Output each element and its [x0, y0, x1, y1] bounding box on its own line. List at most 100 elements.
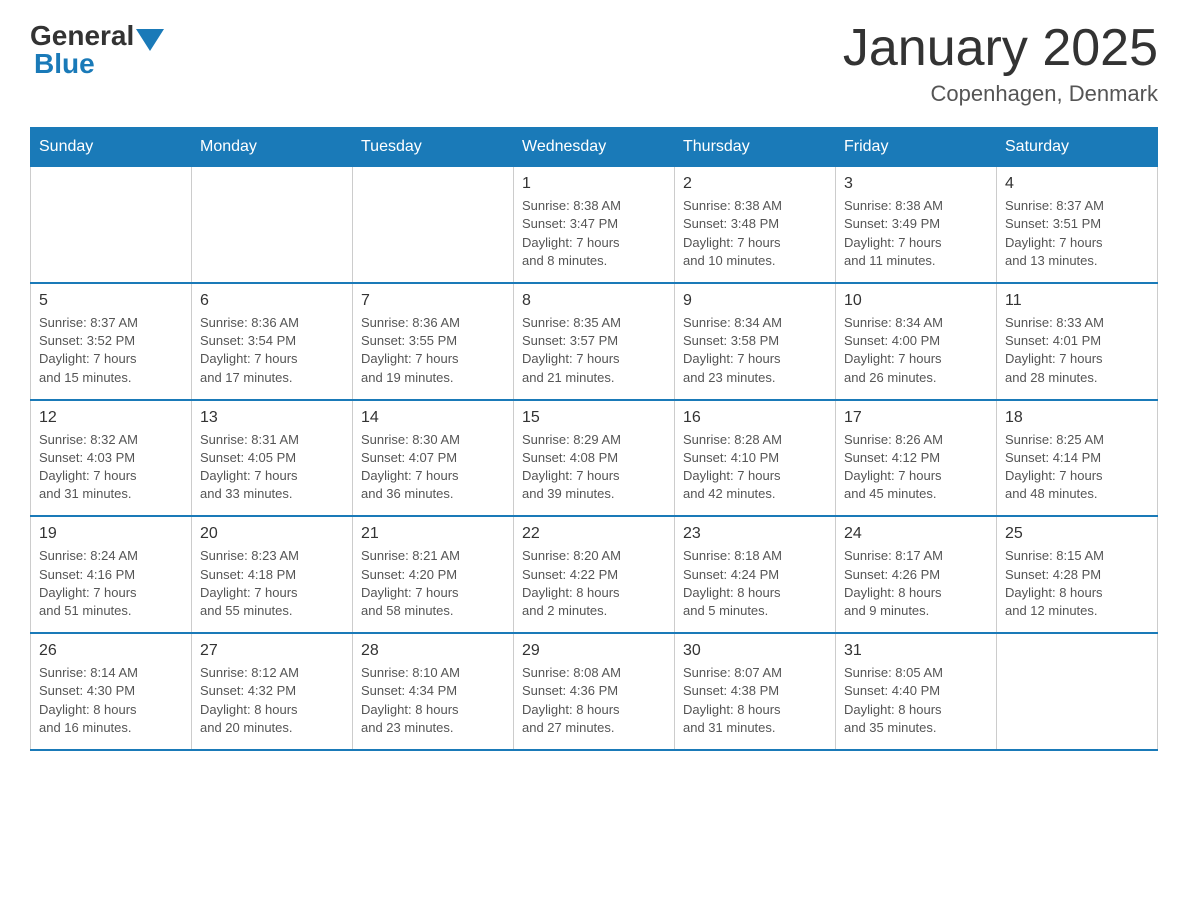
day-cell: 16 Sunrise: 8:28 AM Sunset: 4:10 PM Dayli… — [675, 400, 836, 517]
day-cell: 28Sunrise: 8:10 AM Sunset: 4:34 PM Dayli… — [353, 633, 514, 750]
day-number: 16 — [683, 409, 827, 427]
day-number: 22 — [522, 525, 666, 543]
day-cell: 12 Sunrise: 8:32 AM Sunset: 4:03 PM Dayli… — [31, 400, 192, 517]
day-cell: 2 Sunrise: 8:38 AM Sunset: 3:48 PM Daylig… — [675, 167, 836, 283]
day-info: Sunrise: 8:08 AM Sunset: 4:36 PM Dayligh… — [522, 664, 666, 737]
day-info: Sunrise: 8:31 AM Sunset: 4:05 PM Dayligh… — [200, 431, 344, 504]
day-info: Sunrise: 8:38 AM Sunset: 3:49 PM Dayligh… — [844, 197, 988, 270]
header-saturday: Saturday — [997, 128, 1158, 167]
day-info: Sunrise: 8:36 AM Sunset: 3:55 PM Dayligh… — [361, 314, 505, 387]
calendar-table: SundayMondayTuesdayWednesdayThursdayFrid… — [30, 127, 1158, 751]
day-cell: 15 Sunrise: 8:29 AM Sunset: 4:08 PM Dayli… — [514, 400, 675, 517]
title-section: January 2025 Copenhagen, Denmark — [843, 20, 1158, 107]
day-cell: 21 Sunrise: 8:21 AM Sunset: 4:20 PM Dayli… — [353, 516, 514, 633]
day-number: 15 — [522, 409, 666, 427]
day-info: Sunrise: 8:35 AM Sunset: 3:57 PM Dayligh… — [522, 314, 666, 387]
day-cell: 20 Sunrise: 8:23 AM Sunset: 4:18 PM Dayli… — [192, 516, 353, 633]
day-cell: 23Sunrise: 8:18 AM Sunset: 4:24 PM Dayli… — [675, 516, 836, 633]
day-info: Sunrise: 8:26 AM Sunset: 4:12 PM Dayligh… — [844, 431, 988, 504]
day-cell: 9 Sunrise: 8:34 AM Sunset: 3:58 PM Daylig… — [675, 283, 836, 400]
calendar-title: January 2025 — [843, 20, 1158, 77]
day-info: Sunrise: 8:23 AM Sunset: 4:18 PM Dayligh… — [200, 547, 344, 620]
day-number: 11 — [1005, 292, 1149, 310]
header-tuesday: Tuesday — [353, 128, 514, 167]
day-cell — [192, 167, 353, 283]
day-number: 17 — [844, 409, 988, 427]
day-number: 23 — [683, 525, 827, 543]
day-number: 24 — [844, 525, 988, 543]
day-cell: 27Sunrise: 8:12 AM Sunset: 4:32 PM Dayli… — [192, 633, 353, 750]
calendar-subtitle: Copenhagen, Denmark — [843, 81, 1158, 107]
day-cell: 8 Sunrise: 8:35 AM Sunset: 3:57 PM Daylig… — [514, 283, 675, 400]
calendar-header-row: SundayMondayTuesdayWednesdayThursdayFrid… — [31, 128, 1158, 167]
day-number: 2 — [683, 175, 827, 193]
day-number: 20 — [200, 525, 344, 543]
day-number: 5 — [39, 292, 183, 310]
day-number: 9 — [683, 292, 827, 310]
day-cell: 31 Sunrise: 8:05 AM Sunset: 4:40 PM Dayli… — [836, 633, 997, 750]
day-number: 26 — [39, 642, 183, 660]
day-cell: 11Sunrise: 8:33 AM Sunset: 4:01 PM Dayli… — [997, 283, 1158, 400]
day-info: Sunrise: 8:07 AM Sunset: 4:38 PM Dayligh… — [683, 664, 827, 737]
day-number: 30 — [683, 642, 827, 660]
day-info: Sunrise: 8:05 AM Sunset: 4:40 PM Dayligh… — [844, 664, 988, 737]
day-cell: 29 Sunrise: 8:08 AM Sunset: 4:36 PM Dayli… — [514, 633, 675, 750]
day-cell: 25 Sunrise: 8:15 AM Sunset: 4:28 PM Dayli… — [997, 516, 1158, 633]
day-info: Sunrise: 8:10 AM Sunset: 4:34 PM Dayligh… — [361, 664, 505, 737]
day-cell: 30 Sunrise: 8:07 AM Sunset: 4:38 PM Dayli… — [675, 633, 836, 750]
day-cell: 17 Sunrise: 8:26 AM Sunset: 4:12 PM Dayli… — [836, 400, 997, 517]
page-header: General Blue January 2025 Copenhagen, De… — [30, 20, 1158, 107]
day-number: 18 — [1005, 409, 1149, 427]
day-info: Sunrise: 8:34 AM Sunset: 4:00 PM Dayligh… — [844, 314, 988, 387]
day-info: Sunrise: 8:38 AM Sunset: 3:48 PM Dayligh… — [683, 197, 827, 270]
day-info: Sunrise: 8:30 AM Sunset: 4:07 PM Dayligh… — [361, 431, 505, 504]
day-info: Sunrise: 8:38 AM Sunset: 3:47 PM Dayligh… — [522, 197, 666, 270]
day-number: 8 — [522, 292, 666, 310]
day-number: 7 — [361, 292, 505, 310]
day-number: 14 — [361, 409, 505, 427]
day-info: Sunrise: 8:17 AM Sunset: 4:26 PM Dayligh… — [844, 547, 988, 620]
day-info: Sunrise: 8:28 AM Sunset: 4:10 PM Dayligh… — [683, 431, 827, 504]
day-info: Sunrise: 8:32 AM Sunset: 4:03 PM Dayligh… — [39, 431, 183, 504]
day-info: Sunrise: 8:14 AM Sunset: 4:30 PM Dayligh… — [39, 664, 183, 737]
week-row-3: 12 Sunrise: 8:32 AM Sunset: 4:03 PM Dayli… — [31, 400, 1158, 517]
day-number: 13 — [200, 409, 344, 427]
day-cell: 3Sunrise: 8:38 AM Sunset: 3:49 PM Daylig… — [836, 167, 997, 283]
day-info: Sunrise: 8:37 AM Sunset: 3:52 PM Dayligh… — [39, 314, 183, 387]
day-cell: 26 Sunrise: 8:14 AM Sunset: 4:30 PM Dayli… — [31, 633, 192, 750]
week-row-2: 5 Sunrise: 8:37 AM Sunset: 3:52 PM Daylig… — [31, 283, 1158, 400]
day-number: 12 — [39, 409, 183, 427]
header-monday: Monday — [192, 128, 353, 167]
day-info: Sunrise: 8:20 AM Sunset: 4:22 PM Dayligh… — [522, 547, 666, 620]
day-number: 29 — [522, 642, 666, 660]
day-number: 31 — [844, 642, 988, 660]
day-number: 4 — [1005, 175, 1149, 193]
day-cell — [997, 633, 1158, 750]
day-number: 27 — [200, 642, 344, 660]
week-row-4: 19Sunrise: 8:24 AM Sunset: 4:16 PM Dayli… — [31, 516, 1158, 633]
header-wednesday: Wednesday — [514, 128, 675, 167]
day-info: Sunrise: 8:15 AM Sunset: 4:28 PM Dayligh… — [1005, 547, 1149, 620]
day-cell: 19Sunrise: 8:24 AM Sunset: 4:16 PM Dayli… — [31, 516, 192, 633]
day-cell: 13 Sunrise: 8:31 AM Sunset: 4:05 PM Dayli… — [192, 400, 353, 517]
day-number: 19 — [39, 525, 183, 543]
day-number: 6 — [200, 292, 344, 310]
day-info: Sunrise: 8:34 AM Sunset: 3:58 PM Dayligh… — [683, 314, 827, 387]
day-cell: 14 Sunrise: 8:30 AM Sunset: 4:07 PM Dayli… — [353, 400, 514, 517]
week-row-5: 26 Sunrise: 8:14 AM Sunset: 4:30 PM Dayli… — [31, 633, 1158, 750]
day-info: Sunrise: 8:25 AM Sunset: 4:14 PM Dayligh… — [1005, 431, 1149, 504]
day-cell: 5 Sunrise: 8:37 AM Sunset: 3:52 PM Daylig… — [31, 283, 192, 400]
day-info: Sunrise: 8:21 AM Sunset: 4:20 PM Dayligh… — [361, 547, 505, 620]
day-number: 10 — [844, 292, 988, 310]
day-cell — [353, 167, 514, 283]
day-info: Sunrise: 8:37 AM Sunset: 3:51 PM Dayligh… — [1005, 197, 1149, 270]
day-number: 25 — [1005, 525, 1149, 543]
day-cell: 22 Sunrise: 8:20 AM Sunset: 4:22 PM Dayli… — [514, 516, 675, 633]
day-number: 21 — [361, 525, 505, 543]
logo-triangle-icon — [136, 29, 164, 51]
day-number: 1 — [522, 175, 666, 193]
header-thursday: Thursday — [675, 128, 836, 167]
day-info: Sunrise: 8:29 AM Sunset: 4:08 PM Dayligh… — [522, 431, 666, 504]
logo: General Blue — [30, 20, 166, 80]
header-sunday: Sunday — [31, 128, 192, 167]
